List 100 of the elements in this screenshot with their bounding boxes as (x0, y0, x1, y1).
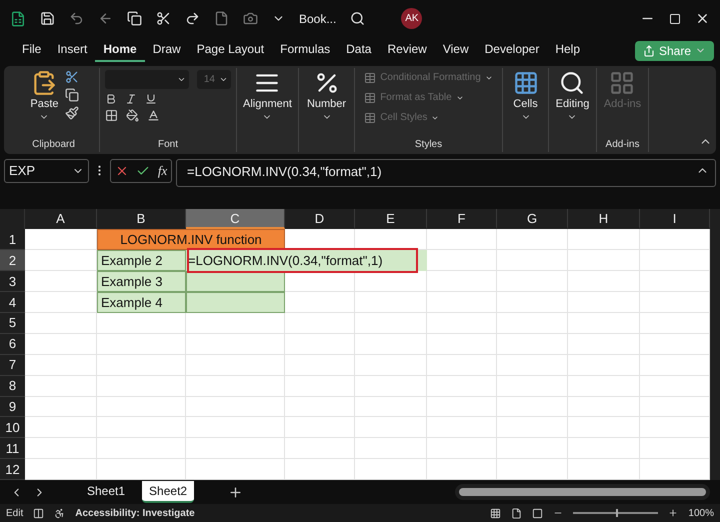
column-header[interactable]: H (568, 209, 640, 230)
italic-icon[interactable] (125, 92, 137, 105)
row-header[interactable]: 8 (0, 376, 25, 397)
group-label: Styles (414, 138, 444, 152)
column-header[interactable]: F (427, 209, 497, 230)
cells-button[interactable]: Cells (510, 68, 540, 124)
sheet-tab[interactable]: Sheet1 (80, 481, 132, 504)
grid-cell (355, 354, 427, 376)
grid-cell (568, 229, 640, 250)
grid-cell (427, 250, 497, 272)
row-header[interactable]: 7 (0, 354, 25, 376)
horizontal-scrollbar[interactable] (455, 484, 710, 500)
menu-tab[interactable]: View (434, 39, 477, 62)
grid-cell (568, 292, 640, 313)
bold-icon[interactable] (105, 92, 117, 105)
insert-function-button[interactable]: fx (158, 162, 168, 179)
page-layout-icon[interactable] (511, 508, 522, 519)
row-header[interactable]: 10 (0, 417, 25, 438)
paintbrush-icon[interactable] (64, 106, 79, 120)
name-box[interactable]: EXP (4, 158, 89, 183)
number-button[interactable]: Number (304, 68, 348, 124)
copy-icon[interactable] (127, 11, 142, 26)
maximize-icon[interactable] (669, 12, 681, 25)
menu-tab[interactable]: File (14, 39, 50, 62)
spreadsheet-app-icon (10, 10, 26, 27)
grid-cell (497, 459, 568, 480)
accessibility-status[interactable]: Accessibility: Investigate (75, 508, 195, 519)
grid-cell (285, 271, 355, 292)
table-cell: Example 2 (97, 250, 186, 272)
menu-tab[interactable]: Insert (49, 39, 96, 62)
menu-tab[interactable]: Page Layout (188, 39, 272, 62)
column-header[interactable]: D (285, 209, 355, 230)
camera-icon[interactable] (243, 11, 258, 26)
menu-tab[interactable]: Formulas (272, 39, 338, 62)
grid-cell (355, 292, 427, 313)
column-header[interactable]: G (497, 209, 568, 230)
grid-cell (640, 250, 710, 272)
grid-cell (285, 292, 355, 313)
table-icon (364, 92, 376, 104)
column-header[interactable]: E (355, 209, 427, 230)
zoom-in-icon[interactable] (668, 508, 678, 518)
underline-icon[interactable] (145, 92, 157, 105)
grid-cell (497, 271, 568, 292)
file-icon[interactable] (214, 11, 229, 26)
formula-field[interactable]: =LOGNORM.INV(0.34,"format",1) (176, 158, 716, 187)
grid-cell (497, 417, 568, 438)
font-name-field[interactable] (105, 70, 189, 89)
font-color-icon[interactable] (147, 108, 160, 122)
sheet-tab[interactable]: Sheet2 (142, 481, 194, 504)
row-header[interactable]: 6 (0, 334, 25, 355)
normal-view-icon[interactable] (490, 508, 502, 519)
alignment-button[interactable]: Alignment (241, 68, 294, 124)
fill-color-icon[interactable] (126, 108, 139, 122)
zoom-slider[interactable] (573, 512, 658, 514)
grid-cell (568, 417, 640, 438)
column-header[interactable]: I (640, 209, 710, 230)
editing-button[interactable]: Editing (554, 68, 592, 124)
row-header[interactable]: 4 (0, 292, 25, 313)
menu-tab[interactable]: Developer (476, 39, 548, 62)
column-header[interactable]: C (186, 209, 285, 230)
menu-tab[interactable]: Data (338, 39, 380, 62)
cell-input[interactable]: =LOGNORM.INV(0.34,"format",1) (186, 250, 427, 272)
scissors-icon[interactable] (156, 11, 171, 26)
menu-tab[interactable]: Help (547, 39, 588, 62)
search-icon[interactable] (350, 11, 366, 26)
menu-tab[interactable]: Review (379, 39, 435, 62)
grid-cell (427, 334, 497, 355)
redo-icon[interactable] (185, 11, 200, 26)
row-header[interactable]: 9 (0, 396, 25, 418)
row-header[interactable]: 11 (0, 438, 25, 460)
column-header[interactable]: A (25, 209, 97, 230)
group-label: Add-ins (604, 138, 640, 152)
zoom-slider-thumb[interactable] (616, 509, 618, 518)
user-avatar[interactable]: AK (401, 8, 422, 30)
grid-cell (25, 459, 97, 480)
grid-cell (497, 438, 568, 460)
borders-icon[interactable] (105, 108, 118, 122)
paste-button[interactable]: Paste (28, 68, 61, 124)
vertical-scrollbar[interactable] (710, 209, 720, 480)
undo-icon[interactable] (69, 11, 84, 26)
grid-cell (427, 438, 497, 460)
row-header[interactable]: 1 (0, 229, 25, 250)
row-header[interactable]: 2 (0, 250, 25, 272)
add-sheet-icon[interactable] (228, 484, 244, 500)
copy-icon[interactable] (64, 88, 79, 102)
scissors-icon[interactable] (64, 70, 79, 84)
row-header[interactable]: 12 (0, 459, 25, 480)
grid-cell (497, 229, 568, 250)
row-header[interactable]: 3 (0, 271, 25, 292)
grid-cell (640, 271, 710, 292)
menu-tab[interactable]: Draw (144, 39, 189, 62)
grid-cell (640, 459, 710, 480)
row-header[interactable]: 5 (0, 313, 25, 334)
menu-tab[interactable]: Home (95, 39, 145, 62)
column-header[interactable]: B (97, 209, 186, 230)
grid-cell (355, 271, 427, 292)
grid-cell (640, 292, 710, 313)
save-icon[interactable] (40, 11, 55, 26)
grid-cell (427, 376, 497, 397)
share-button[interactable]: Share (634, 40, 714, 61)
